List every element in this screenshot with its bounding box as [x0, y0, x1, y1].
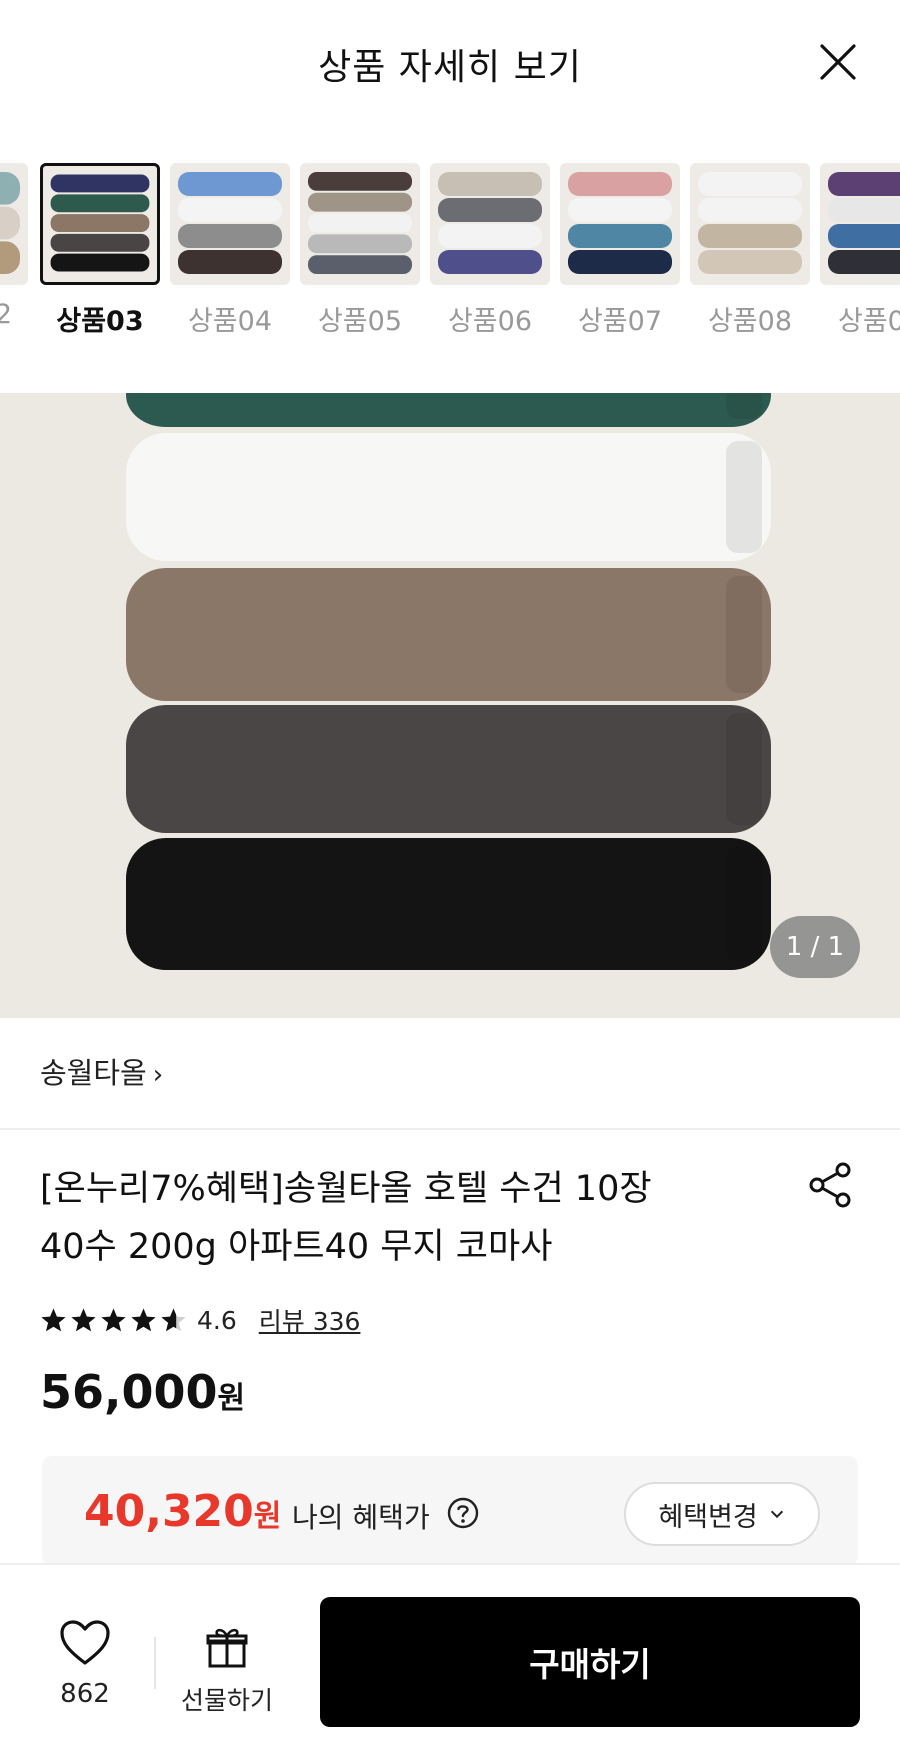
- benefit-box: 40,320원 나의 혜택가 혜택변경: [42, 1456, 858, 1566]
- towel-border: [726, 441, 762, 553]
- towel: [126, 433, 771, 561]
- product-thumbnail[interactable]: [0, 163, 28, 285]
- thumbnail-image: [50, 174, 150, 272]
- towel-border: [726, 846, 762, 962]
- thumbnail-label[interactable]: 상품08: [690, 299, 810, 338]
- towel: [126, 568, 771, 701]
- benefit-price-amount: 40,320: [84, 1486, 254, 1537]
- share-icon: [809, 1162, 851, 1208]
- buy-button[interactable]: 구매하기: [320, 1597, 860, 1727]
- towel: [126, 393, 771, 427]
- thumbnail-label[interactable]: 2: [0, 299, 12, 330]
- review-count-link[interactable]: 리뷰 336: [259, 1302, 361, 1338]
- rating-row: 4.6 리뷰 336: [40, 1302, 360, 1338]
- divider: [0, 1128, 900, 1130]
- gift-label: 선물하기: [180, 1686, 273, 1715]
- chevron-down-icon: [770, 1510, 783, 1519]
- thumbnail-label[interactable]: 상품03: [40, 299, 160, 338]
- help-circle-icon: [447, 1497, 479, 1529]
- like-button[interactable]: 862: [52, 1619, 118, 1709]
- share-button[interactable]: [805, 1160, 855, 1210]
- star-icon: [131, 1308, 156, 1331]
- gift-icon: [206, 1628, 248, 1668]
- change-benefit-button[interactable]: 혜택변경: [624, 1482, 820, 1546]
- benefit-price: 40,320원: [84, 1486, 281, 1537]
- product-thumbnail[interactable]: [820, 163, 900, 285]
- heart-icon: [60, 1620, 110, 1665]
- brand-name: 송월타올: [40, 1056, 147, 1090]
- help-button[interactable]: [446, 1496, 480, 1530]
- product-thumbnail[interactable]: [170, 163, 290, 285]
- close-icon: [820, 44, 856, 80]
- towel-border: [726, 713, 762, 825]
- star-icon: [161, 1308, 186, 1331]
- star-icon: [71, 1308, 96, 1331]
- benefit-label: 나의 혜택가: [292, 1501, 430, 1534]
- thumbnail-image: [568, 172, 672, 274]
- towel-border: [726, 393, 762, 419]
- product-thumbnail-strip[interactable]: 2 상품03 상품04 상품05 상품06 상품07 상품08 상품0: [0, 163, 900, 343]
- product-thumbnail[interactable]: [40, 163, 160, 285]
- price-amount: 56,000: [40, 1365, 218, 1419]
- divider: [154, 1637, 156, 1689]
- original-price: 56,000원: [40, 1365, 245, 1419]
- thumbnail-image: [698, 172, 802, 274]
- header: 상품 자세히 보기: [0, 0, 900, 125]
- thumbnail-image: [308, 172, 412, 274]
- like-count: 862: [60, 1679, 110, 1709]
- product-title-line2: 40수 200g 아파트40 무지 코마사: [40, 1227, 553, 1267]
- product-thumbnail[interactable]: [430, 163, 550, 285]
- brand-link[interactable]: 송월타올 ›: [40, 1050, 163, 1092]
- star-icon: [41, 1308, 66, 1331]
- thumbnail-image: [178, 172, 282, 274]
- thumbnail-label[interactable]: 상품0: [820, 299, 900, 338]
- towel: [126, 705, 771, 833]
- close-button[interactable]: [818, 42, 858, 82]
- change-benefit-label: 혜택변경: [658, 1501, 758, 1533]
- thumbnail-label[interactable]: 상품07: [560, 299, 680, 338]
- thumbnail-label[interactable]: 상품06: [430, 299, 550, 338]
- bottom-action-bar: 862 선물하기 구매하기: [0, 1563, 900, 1756]
- thumbnail-image: [438, 172, 542, 274]
- thumbnail-image: [0, 172, 20, 274]
- product-thumbnail[interactable]: [560, 163, 680, 285]
- star-icon: [101, 1308, 126, 1331]
- chevron-right-icon: ›: [152, 1060, 164, 1090]
- star-rating: [40, 1307, 187, 1334]
- product-thumbnail[interactable]: [690, 163, 810, 285]
- thumbnail-label[interactable]: 상품04: [170, 299, 290, 338]
- price-unit: 원: [217, 1381, 246, 1416]
- product-thumbnail[interactable]: [300, 163, 420, 285]
- towel-stack-image: [0, 393, 900, 1018]
- product-title-line1: [온누리7%혜택]송월타올 호텔 수건 10장: [40, 1169, 652, 1209]
- towel: [126, 838, 771, 970]
- thumbnail-image: [828, 172, 900, 274]
- towel-border: [726, 576, 762, 693]
- page-title: 상품 자세히 보기: [318, 47, 582, 88]
- thumbnail-label[interactable]: 상품05: [300, 299, 420, 338]
- product-title: [온누리7%혜택]송월타올 호텔 수건 10장 40수 200g 아파트40 무…: [40, 1160, 740, 1276]
- main-product-image[interactable]: [0, 393, 900, 1018]
- rating-value: 4.6: [197, 1305, 237, 1335]
- benefit-price-unit: 원: [253, 1499, 282, 1534]
- image-page-indicator: 1 / 1: [770, 916, 860, 978]
- gift-button[interactable]: 선물하기: [172, 1625, 282, 1717]
